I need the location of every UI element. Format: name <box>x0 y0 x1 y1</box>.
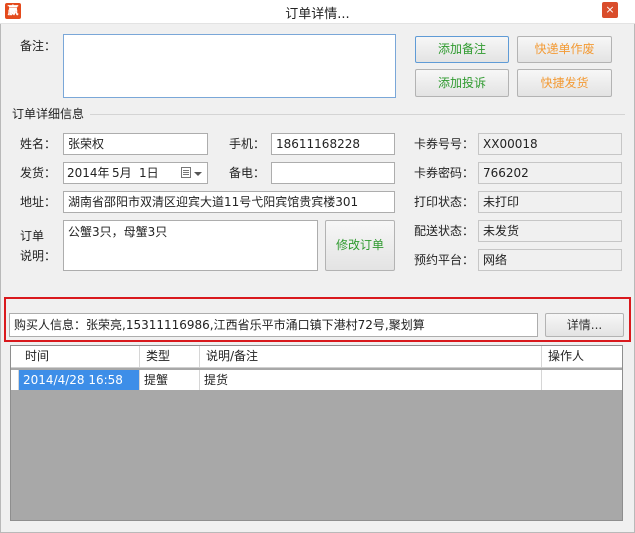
card-password-field: 766202 <box>478 162 622 184</box>
print-status-field: 未打印 <box>478 191 622 213</box>
delivery-status-label: 配送状态： <box>414 224 475 238</box>
address-label: 地址： <box>20 195 57 209</box>
quick-ship-button[interactable]: 快捷发货 <box>517 69 612 97</box>
remark-label: 备注： <box>20 39 57 53</box>
details-button[interactable]: 详情... <box>545 313 624 337</box>
column-header-time[interactable]: 时间 <box>19 346 140 367</box>
window-title: 订单详情... <box>285 7 350 22</box>
table-row-note-cell[interactable]: 提货 <box>200 370 542 390</box>
order-note-input[interactable]: 公蟹3只，母蟹3只 <box>63 220 318 271</box>
ship-date-day: 1日 <box>139 166 159 180</box>
ship-date-year: 2014年 <box>67 166 110 180</box>
ship-date-month: 5月 <box>112 166 132 180</box>
column-header-type[interactable]: 类型 <box>140 346 200 367</box>
backup-phone-field[interactable] <box>271 162 395 184</box>
name-label: 姓名： <box>20 137 57 151</box>
section-divider <box>90 114 625 115</box>
calendar-icon[interactable] <box>181 167 191 178</box>
buyer-info-field[interactable]: 购买人信息：张荣亮,15311116986,江西省乐平市涌口镇下港村72号,聚划… <box>9 313 538 337</box>
column-header-operator[interactable]: 操作人 <box>542 346 622 367</box>
name-field[interactable]: 张荣权 <box>63 133 208 155</box>
table-row-operator-cell[interactable] <box>542 370 622 390</box>
address-field[interactable]: 湖南省邵阳市双清区迎宾大道11号弋阳宾馆贵宾楼301 <box>63 191 395 213</box>
phone-field[interactable]: 18611168228 <box>271 133 395 155</box>
chevron-down-icon[interactable] <box>194 172 202 176</box>
ship-date-label: 发货： <box>20 166 57 180</box>
add-complaint-button[interactable]: 添加投诉 <box>415 69 509 97</box>
delivery-status-field: 未发货 <box>478 220 622 242</box>
detail-section-title: 订单详细信息 <box>12 107 85 121</box>
close-icon[interactable]: × <box>602 2 618 18</box>
booking-platform-label: 预约平台： <box>414 253 475 267</box>
column-header-note[interactable]: 说明/备注 <box>200 346 542 367</box>
booking-platform-field: 网络 <box>478 249 622 271</box>
table-row-time-cell[interactable]: 2014/4/28 16:58 <box>19 370 140 390</box>
table-row-type-cell[interactable]: 提蟹 <box>140 370 200 390</box>
row-indicator[interactable] <box>11 370 19 390</box>
quick-void-button[interactable]: 快递单作废 <box>517 36 612 63</box>
backup-phone-label: 备电： <box>229 166 266 180</box>
order-note-label-line1: 订单 <box>20 229 45 243</box>
print-status-label: 打印状态： <box>414 195 475 209</box>
modify-order-button[interactable]: 修改订单 <box>325 220 395 271</box>
phone-label: 手机： <box>229 137 266 151</box>
card-no-field: XX00018 <box>478 133 622 155</box>
add-remark-button[interactable]: 添加备注 <box>415 36 509 63</box>
order-note-label-line2: 说明： <box>20 249 57 263</box>
remark-input[interactable] <box>63 34 396 98</box>
card-password-label: 卡券密码： <box>414 166 475 180</box>
card-no-label: 卡券号号： <box>414 137 475 151</box>
